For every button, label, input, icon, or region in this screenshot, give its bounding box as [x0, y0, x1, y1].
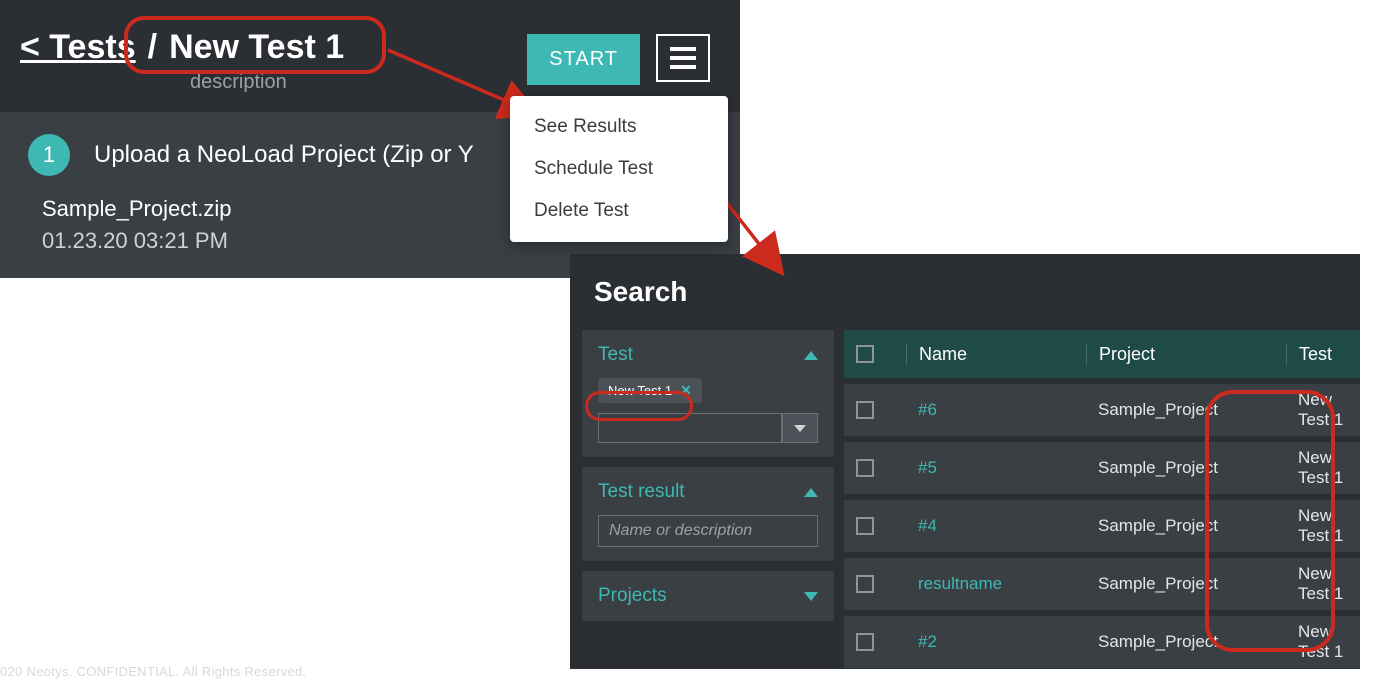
- row-project: Sample_Project: [1086, 516, 1286, 536]
- results-header-row: Name Project Test: [844, 330, 1360, 378]
- table-row[interactable]: resultnameSample_ProjectNew Test 1: [844, 558, 1360, 610]
- filter-projects-label: Projects: [598, 585, 667, 607]
- menu-schedule-test[interactable]: Schedule Test: [510, 148, 728, 190]
- row-name[interactable]: #6: [906, 400, 1086, 420]
- row-checkbox[interactable]: [856, 459, 906, 477]
- row-project: Sample_Project: [1086, 632, 1286, 652]
- hamburger-icon: [670, 47, 696, 51]
- filter-test-header[interactable]: Test: [598, 344, 818, 366]
- search-panel: Search Test New Test 1 ✕: [570, 254, 1360, 669]
- filter-test-section: Test New Test 1 ✕: [582, 330, 834, 457]
- menu-delete-test[interactable]: Delete Test: [510, 190, 728, 232]
- col-project[interactable]: Project: [1086, 344, 1286, 365]
- breadcrumb-slash: /: [148, 28, 157, 67]
- filter-projects-header[interactable]: Projects: [598, 585, 818, 607]
- table-row[interactable]: #4Sample_ProjectNew Test 1: [844, 500, 1360, 552]
- col-name[interactable]: Name: [906, 344, 1086, 365]
- filter-result-label: Test result: [598, 481, 685, 503]
- table-row[interactable]: #2Sample_ProjectNew Test 1: [844, 616, 1360, 668]
- row-checkbox[interactable]: [856, 633, 906, 651]
- filter-chip-label: New Test 1: [608, 383, 672, 398]
- filters-sidebar: Test New Test 1 ✕ Test result: [582, 330, 834, 669]
- test-header: < Tests / New Test 1 description START S…: [0, 0, 740, 112]
- row-name[interactable]: #2: [906, 632, 1086, 652]
- row-name[interactable]: resultname: [906, 574, 1086, 594]
- row-project: Sample_Project: [1086, 458, 1286, 478]
- close-icon[interactable]: ✕: [680, 382, 692, 399]
- step-number-badge: 1: [28, 134, 70, 176]
- filter-projects-section: Projects: [582, 571, 834, 621]
- header-checkbox[interactable]: [856, 345, 906, 363]
- row-test: New Test 1: [1286, 448, 1360, 488]
- test-filter-caret[interactable]: [782, 413, 818, 443]
- row-checkbox[interactable]: [856, 575, 906, 593]
- test-detail-panel: < Tests / New Test 1 description START S…: [0, 0, 740, 278]
- row-checkbox[interactable]: [856, 401, 906, 419]
- menu-dropdown: See Results Schedule Test Delete Test: [510, 96, 728, 242]
- chevron-down-icon: [804, 592, 818, 601]
- row-test: New Test 1: [1286, 622, 1360, 662]
- step-label: Upload a NeoLoad Project (Zip or Y: [94, 141, 474, 169]
- test-filter-input[interactable]: [598, 413, 782, 443]
- description-label: description: [190, 71, 720, 94]
- back-to-tests-link[interactable]: < Tests: [20, 28, 136, 67]
- chevron-down-icon: [794, 425, 806, 432]
- footer-copyright: 020 Neotys. CONFIDENTIAL. All Rights Res…: [0, 664, 306, 679]
- filter-test-label: Test: [598, 344, 633, 366]
- row-name[interactable]: #4: [906, 516, 1086, 536]
- row-test: New Test 1: [1286, 506, 1360, 546]
- menu-button[interactable]: [656, 34, 710, 82]
- test-name-text: New Test 1: [169, 28, 344, 67]
- menu-see-results[interactable]: See Results: [510, 106, 728, 148]
- search-title: Search: [594, 276, 1336, 308]
- table-row[interactable]: #6Sample_ProjectNew Test 1: [844, 384, 1360, 436]
- row-project: Sample_Project: [1086, 574, 1286, 594]
- row-name[interactable]: #5: [906, 458, 1086, 478]
- row-test: New Test 1: [1286, 390, 1360, 430]
- table-row[interactable]: #5Sample_ProjectNew Test 1: [844, 442, 1360, 494]
- row-checkbox[interactable]: [856, 517, 906, 535]
- start-button[interactable]: START: [527, 34, 640, 85]
- search-header: Search: [570, 254, 1360, 330]
- chevron-up-icon: [804, 351, 818, 360]
- row-project: Sample_Project: [1086, 400, 1286, 420]
- result-search-input[interactable]: [609, 522, 817, 540]
- col-test[interactable]: Test: [1286, 344, 1360, 365]
- result-search-field[interactable]: [598, 515, 818, 547]
- filter-chip-new-test-1[interactable]: New Test 1 ✕: [598, 378, 702, 403]
- filter-result-header[interactable]: Test result: [598, 481, 818, 503]
- test-filter-combo[interactable]: [598, 413, 818, 443]
- filter-result-section: Test result: [582, 467, 834, 561]
- row-test: New Test 1: [1286, 564, 1360, 604]
- results-table: Name Project Test #6Sample_ProjectNew Te…: [844, 330, 1360, 669]
- chevron-up-icon: [804, 488, 818, 497]
